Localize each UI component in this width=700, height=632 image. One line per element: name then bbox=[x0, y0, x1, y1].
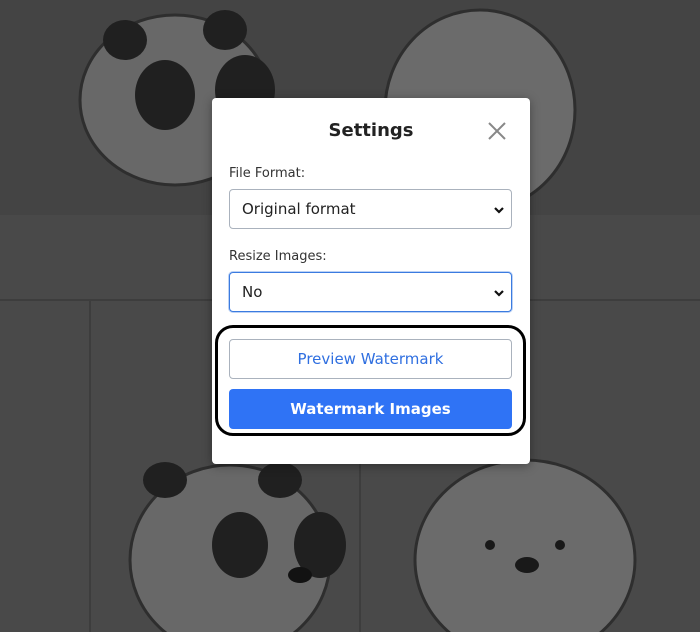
resize-images-label: Resize Images: bbox=[229, 249, 327, 264]
close-button[interactable] bbox=[486, 120, 508, 142]
file-format-select[interactable]: Original format bbox=[229, 189, 512, 229]
dialog-title: Settings bbox=[328, 120, 414, 141]
preview-watermark-button[interactable]: Preview Watermark bbox=[229, 339, 512, 379]
file-format-value: Original format bbox=[242, 200, 356, 218]
close-icon bbox=[488, 122, 506, 140]
file-format-label: File Format: bbox=[229, 166, 306, 181]
chevron-down-icon bbox=[494, 207, 504, 214]
watermark-images-button[interactable]: Watermark Images bbox=[229, 389, 512, 429]
chevron-down-icon bbox=[494, 290, 504, 297]
settings-dialog: Settings File Format: Original format Re… bbox=[212, 98, 530, 464]
resize-images-select[interactable]: No bbox=[229, 272, 512, 312]
resize-images-value: No bbox=[242, 283, 263, 301]
